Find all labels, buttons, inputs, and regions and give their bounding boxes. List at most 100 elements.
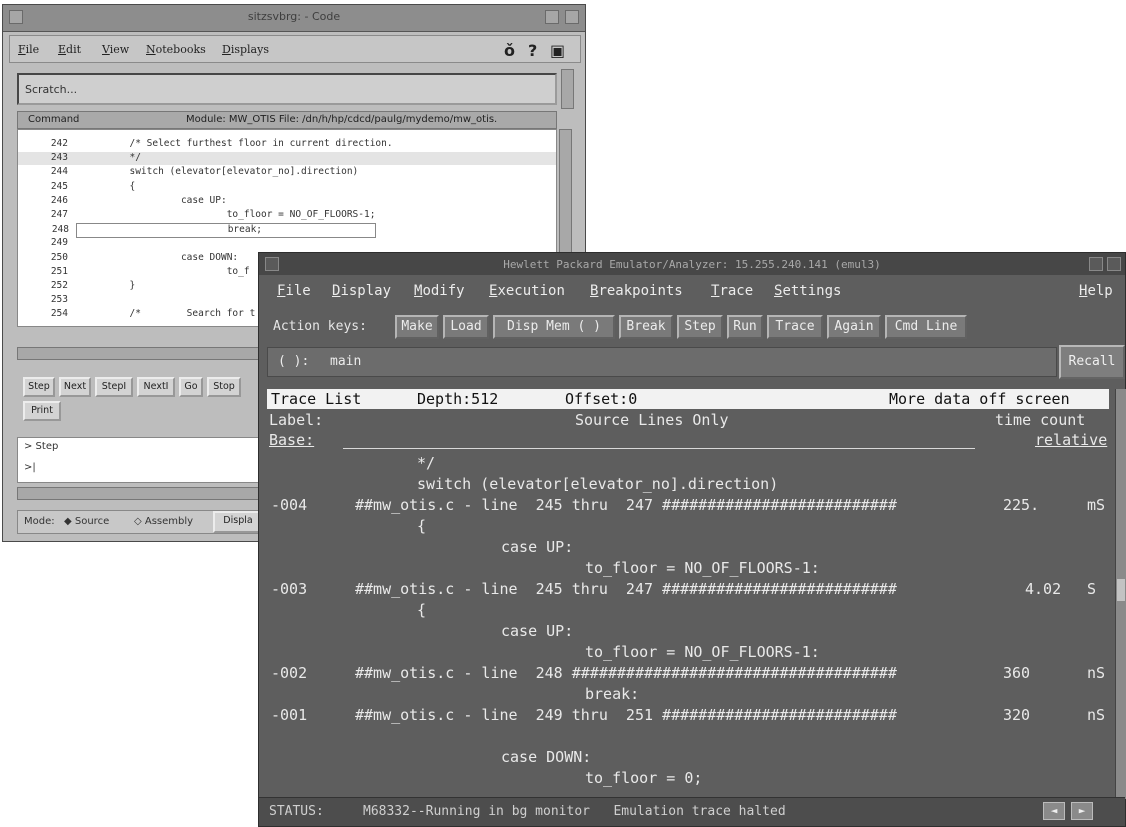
menu-displays[interactable]: Displays [222,43,269,56]
mode-assembly-radio[interactable]: ◇ Assembly [134,516,193,527]
stop-button[interactable]: Stop [207,377,241,397]
trace-state-number: -004 [271,496,308,514]
pointer-icon[interactable]: ǒ [504,41,515,60]
line-number: 250 [50,251,68,263]
next-button[interactable]: Next [59,377,91,397]
line-number: 252 [50,280,68,291]
trace-time-value: 320 [1003,706,1031,724]
relative-heading: relative [1035,431,1108,449]
line-number: 253 [50,294,68,306]
mode-assembly-label: Assembly [144,516,194,527]
menu-help[interactable]: Help [1079,283,1113,299]
code-text: */ [78,152,141,164]
trace-line-text: to_floor = NO_OF_FLOORS-1: [585,643,820,661]
module-label: Module: MW_OTIS File: /dn/h/hp/cdcd/paul… [186,114,498,125]
code-text: } [78,280,136,291]
load-button[interactable]: Load [443,315,489,339]
trace-offset: Offset:0 [565,390,638,408]
make-button[interactable]: Make [395,315,439,339]
label-heading: Label: [269,411,324,429]
cmd-line-button[interactable]: Cmd Line [885,315,967,339]
code-text: switch (elevator[elevator_no].direction) [78,166,359,178]
scratch-field[interactable]: Scratch... [17,73,557,105]
code-horizontal-scrollbar[interactable] [17,347,269,360]
scroll-thumb[interactable] [1117,579,1125,601]
code-line[interactable]: 245 { [18,181,556,194]
status-right-arrow-icon[interactable]: ► [1071,802,1093,820]
action-keys-label: Action keys: [273,319,367,334]
menu-view[interactable]: View [102,43,129,56]
stepi-button[interactable]: StepI [95,377,133,397]
code-line[interactable]: 249 [18,237,556,250]
display-button[interactable]: Displa [213,511,263,533]
code-header: Command Module: MW_OTIS File: /dn/h/hp/c… [17,111,557,129]
trace-state-number: -002 [271,664,308,682]
print-button[interactable]: Print [23,401,61,421]
menu-display[interactable]: Display [332,283,391,299]
trace-button[interactable]: Trace [767,315,823,339]
menu-file[interactable]: File [18,43,39,56]
code-text: break; [79,224,263,236]
command-entry-value[interactable]: main [330,354,361,369]
line-number: 246 [50,194,68,206]
help-icon[interactable]: ? [528,41,537,60]
trace-line-text: */ [417,454,436,472]
code-line[interactable]: 246 case UP: [18,195,556,208]
menu-bar: File Edit View Notebooks Displays ǒ ? ▣ [9,35,581,63]
line-number: 243 [50,152,68,164]
menu-notebooks[interactable]: Notebooks [146,43,206,56]
code-line[interactable]: 244 switch (elevator[elevator_no].direct… [18,166,556,179]
trace-line-text: case DOWN: [501,748,592,766]
trace-state-number: -001 [271,706,308,724]
mode-source-radio[interactable]: ◆ Source [64,516,109,527]
menu-trace[interactable]: Trace [711,283,753,299]
minimize-button[interactable] [545,10,559,24]
trace-line-text: to_floor = NO_OF_FLOORS-1: [585,559,820,577]
scratch-scrollbar[interactable] [561,69,574,109]
menu-execution[interactable]: Execution [489,283,565,299]
trace-time-unit: mS [1087,496,1106,514]
command-entry[interactable]: ( ): main [267,347,1057,377]
recall-button[interactable]: Recall [1059,345,1125,379]
menu-file[interactable]: File [277,283,311,299]
code-line[interactable]: 248 break; [52,223,376,239]
minimize-button[interactable] [1089,257,1103,271]
command-input[interactable]: >| [24,462,36,473]
trace-line-text: ##mw_otis.c - line 245 thru 247 ########… [355,496,897,514]
nexti-button[interactable]: NextI [137,377,175,397]
menu-modify[interactable]: Modify [414,283,465,299]
trace-state-number: -003 [271,580,308,598]
maximize-button[interactable] [1107,257,1121,271]
line-number: 254 [50,308,68,320]
step-button[interactable]: Step [23,377,55,397]
maximize-button[interactable] [565,10,579,24]
code-line[interactable]: 243 */ [18,152,556,166]
trace-time-unit: S [1087,580,1097,598]
break-button[interactable]: Break [619,315,673,339]
trace-time-unit: nS [1087,706,1106,724]
title-bar[interactable]: sitzsvbrg: - Code [3,5,585,32]
trace-vertical-scrollbar[interactable] [1115,389,1126,799]
trace-line-text: ##mw_otis.c - line 248 #################… [355,664,897,682]
menu-edit[interactable]: Edit [58,43,81,56]
again-button[interactable]: Again [827,315,881,339]
key-icon[interactable]: ▣ [550,41,565,60]
more-data-notice: More data off screen [889,390,1070,408]
trace-line-text: break: [585,685,640,703]
history-horizontal-scrollbar[interactable] [17,487,269,500]
code-line[interactable]: 242 /* Select furthest floor in current … [18,138,556,151]
command-history[interactable]: > Step >| [17,437,277,483]
code-text: /* Select furthest floor in current dire… [78,138,393,149]
disp-mem-button[interactable]: Disp Mem ( ) [493,315,615,339]
menu-breakpoints[interactable]: Breakpoints [590,283,683,299]
run-button[interactable]: Run [727,315,763,339]
title-bar[interactable]: Hewlett Packard Emulator/Analyzer: 15.25… [259,253,1125,275]
trace-line-text: { [417,517,427,535]
status-left-arrow-icon[interactable]: ◄ [1043,802,1065,820]
menu-settings[interactable]: Settings [774,283,841,299]
code-line[interactable]: 247 to_floor = NO_OF_FLOORS-1; [18,209,556,222]
trace-line-text: ##mw_otis.c - line 245 thru 247 ########… [355,580,897,598]
go-button[interactable]: Go [179,377,203,397]
status-bar: STATUS: M68332--Running in bg monitor Em… [259,797,1125,826]
step-button[interactable]: Step [677,315,723,339]
